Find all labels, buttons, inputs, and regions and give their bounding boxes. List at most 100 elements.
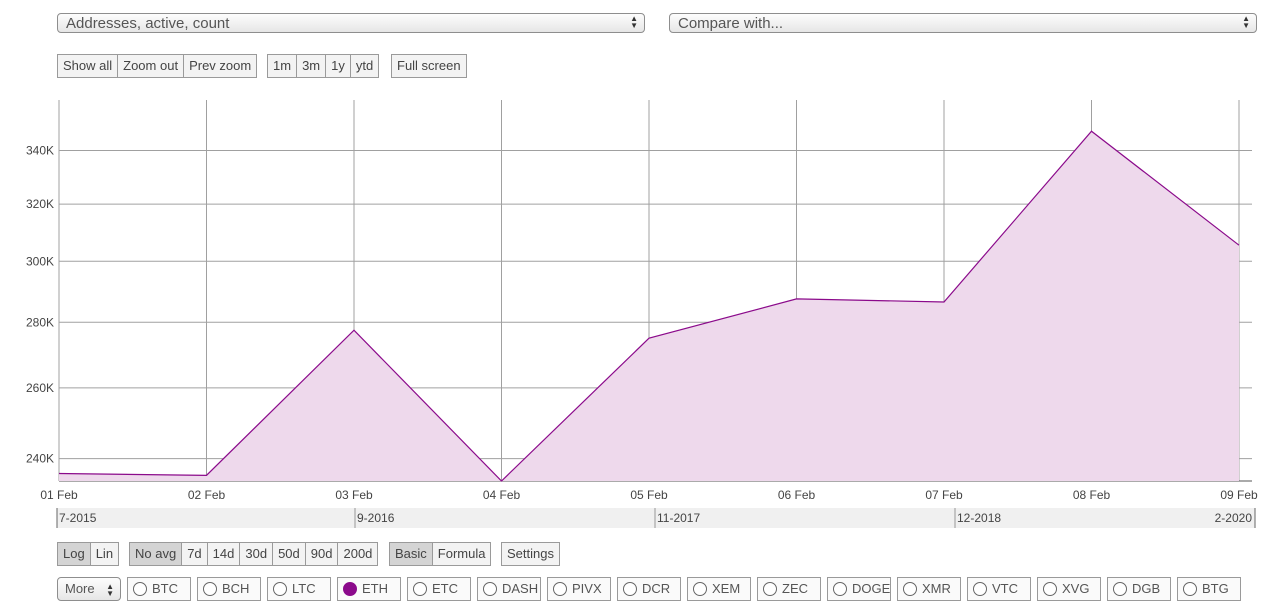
lin-scale-button[interactable]: Lin: [89, 542, 120, 566]
settings-button[interactable]: Settings: [501, 542, 560, 566]
coin-option-eth[interactable]: ETH: [337, 577, 401, 601]
coin-option-zec[interactable]: ZEC: [757, 577, 821, 601]
coin-label: XEM: [712, 581, 741, 596]
radio-icon[interactable]: [133, 582, 147, 596]
x-tick-label: 02 Feb: [188, 488, 226, 502]
avg-200d-button[interactable]: 200d: [337, 542, 379, 566]
metric-select[interactable]: Addresses, active, count ▲ ▼: [57, 13, 645, 33]
navigator-label: 11-2017: [657, 511, 700, 525]
radio-icon[interactable]: [413, 582, 427, 596]
coin-option-dgb[interactable]: DGB: [1107, 577, 1171, 601]
no-avg-button[interactable]: No avg: [129, 542, 183, 566]
x-tick-label: 09 Feb: [1220, 488, 1258, 502]
avg-7d-button[interactable]: 7d: [181, 542, 208, 566]
coin-option-bch[interactable]: BCH: [197, 577, 261, 601]
compare-select[interactable]: Compare with... ▲ ▼: [669, 13, 1257, 33]
avg-90d-button[interactable]: 90d: [304, 542, 339, 566]
radio-icon[interactable]: [763, 582, 777, 596]
coin-label: LTC: [292, 581, 316, 596]
y-axis: 240K 260K 280K 300K 320K 340K: [26, 144, 54, 466]
radio-icon[interactable]: [903, 582, 917, 596]
formula-mode-button[interactable]: Formula: [431, 542, 492, 566]
radio-icon[interactable]: [623, 582, 637, 596]
prev-zoom-button[interactable]: Prev zoom: [183, 54, 258, 78]
coin-label: ETC: [432, 581, 458, 596]
radio-icon[interactable]: [553, 582, 567, 596]
x-tick-label: 06 Feb: [778, 488, 816, 502]
avg-button-group: No avg 7d 14d 30d 50d 90d 200d: [129, 542, 379, 566]
y-tick-label: 280K: [26, 315, 54, 329]
radio-icon[interactable]: [343, 582, 357, 596]
coin-option-xmr[interactable]: XMR: [897, 577, 961, 601]
coin-label: DOGE: [852, 581, 891, 596]
coin-label: PIVX: [572, 581, 602, 596]
log-scale-button[interactable]: Log: [57, 542, 91, 566]
navigator[interactable]: 7-2015 9-2016 11-2017 12-2018 2-2020: [56, 508, 1256, 528]
radio-icon[interactable]: [203, 582, 217, 596]
coin-option-ltc[interactable]: LTC: [267, 577, 331, 601]
radio-icon[interactable]: [973, 582, 987, 596]
navigator-label: 7-2015: [59, 511, 97, 525]
y-tick-label: 300K: [26, 254, 54, 268]
coin-option-btg[interactable]: BTG: [1177, 577, 1241, 601]
coin-label: BTG: [1202, 581, 1229, 596]
fullscreen-group: Full screen: [391, 54, 467, 78]
mode-button-group: Basic Formula: [389, 542, 492, 566]
select-arrows-icon: ▲ ▼: [630, 14, 638, 30]
coin-label: BTC: [152, 581, 178, 596]
coin-label: ZEC: [782, 581, 808, 596]
navigator-label: 9-2016: [357, 511, 395, 525]
select-arrows-icon: ▲ ▼: [1242, 14, 1250, 30]
coin-option-doge[interactable]: DOGE: [827, 577, 891, 601]
avg-30d-button[interactable]: 30d: [239, 542, 274, 566]
radio-icon[interactable]: [1113, 582, 1127, 596]
avg-50d-button[interactable]: 50d: [272, 542, 306, 566]
chart-area: 240K 260K 280K 300K 320K 340K 01 Feb 02 Feb 03 …: [26, 100, 1258, 528]
x-tick-label: 04 Feb: [483, 488, 521, 502]
radio-icon[interactable]: [693, 582, 707, 596]
x-tick-label: 03 Feb: [335, 488, 373, 502]
zoom-button-group: Show all Zoom out Prev zoom: [57, 54, 258, 78]
coin-option-btc[interactable]: BTC: [127, 577, 191, 601]
radio-icon[interactable]: [273, 582, 287, 596]
range-3m-button[interactable]: 3m: [296, 54, 327, 78]
coin-option-dcr[interactable]: DCR: [617, 577, 681, 601]
scale-button-group: Log Lin: [57, 542, 120, 566]
more-select[interactable]: More ▲ ▼: [57, 577, 121, 601]
settings-group: Settings: [501, 542, 560, 566]
coin-option-xvg[interactable]: XVG: [1037, 577, 1101, 601]
coin-option-vtc[interactable]: VTC: [967, 577, 1031, 601]
coin-option-etc[interactable]: ETC: [407, 577, 471, 601]
navigator-track: [57, 508, 1255, 528]
coin-label: ETH: [362, 581, 388, 596]
coin-option-pivx[interactable]: PIVX: [547, 577, 611, 601]
x-tick-label: 08 Feb: [1073, 488, 1111, 502]
x-tick-label: 01 Feb: [40, 488, 78, 502]
coin-option-xem[interactable]: XEM: [687, 577, 751, 601]
more-select-value: More: [65, 581, 95, 596]
y-tick-label: 320K: [26, 197, 54, 211]
x-axis: 01 Feb 02 Feb 03 Feb 04 Feb 05 Feb 06 Feb 07 F…: [40, 488, 1258, 502]
radio-icon[interactable]: [833, 582, 847, 596]
y-tick-label: 240K: [26, 452, 54, 466]
range-button-group: 1m 3m 1y ytd: [267, 54, 380, 78]
show-all-button[interactable]: Show all: [57, 54, 119, 78]
basic-mode-button[interactable]: Basic: [389, 542, 433, 566]
radio-icon[interactable]: [483, 582, 497, 596]
range-1y-button[interactable]: 1y: [325, 54, 351, 78]
coin-label: DASH: [502, 581, 539, 596]
coin-label: XMR: [922, 581, 951, 596]
x-tick-label: 05 Feb: [630, 488, 668, 502]
radio-icon[interactable]: [1183, 582, 1197, 596]
range-ytd-button[interactable]: ytd: [349, 54, 380, 78]
x-tick-label: 07 Feb: [925, 488, 963, 502]
coin-label: DCR: [642, 581, 671, 596]
zoom-out-button[interactable]: Zoom out: [117, 54, 185, 78]
full-screen-button[interactable]: Full screen: [391, 54, 467, 78]
radio-icon[interactable]: [1043, 582, 1057, 596]
avg-14d-button[interactable]: 14d: [206, 542, 241, 566]
coin-option-dash[interactable]: DASH: [477, 577, 541, 601]
y-tick-label: 260K: [26, 381, 54, 395]
coin-label: BCH: [222, 581, 250, 596]
range-1m-button[interactable]: 1m: [267, 54, 298, 78]
